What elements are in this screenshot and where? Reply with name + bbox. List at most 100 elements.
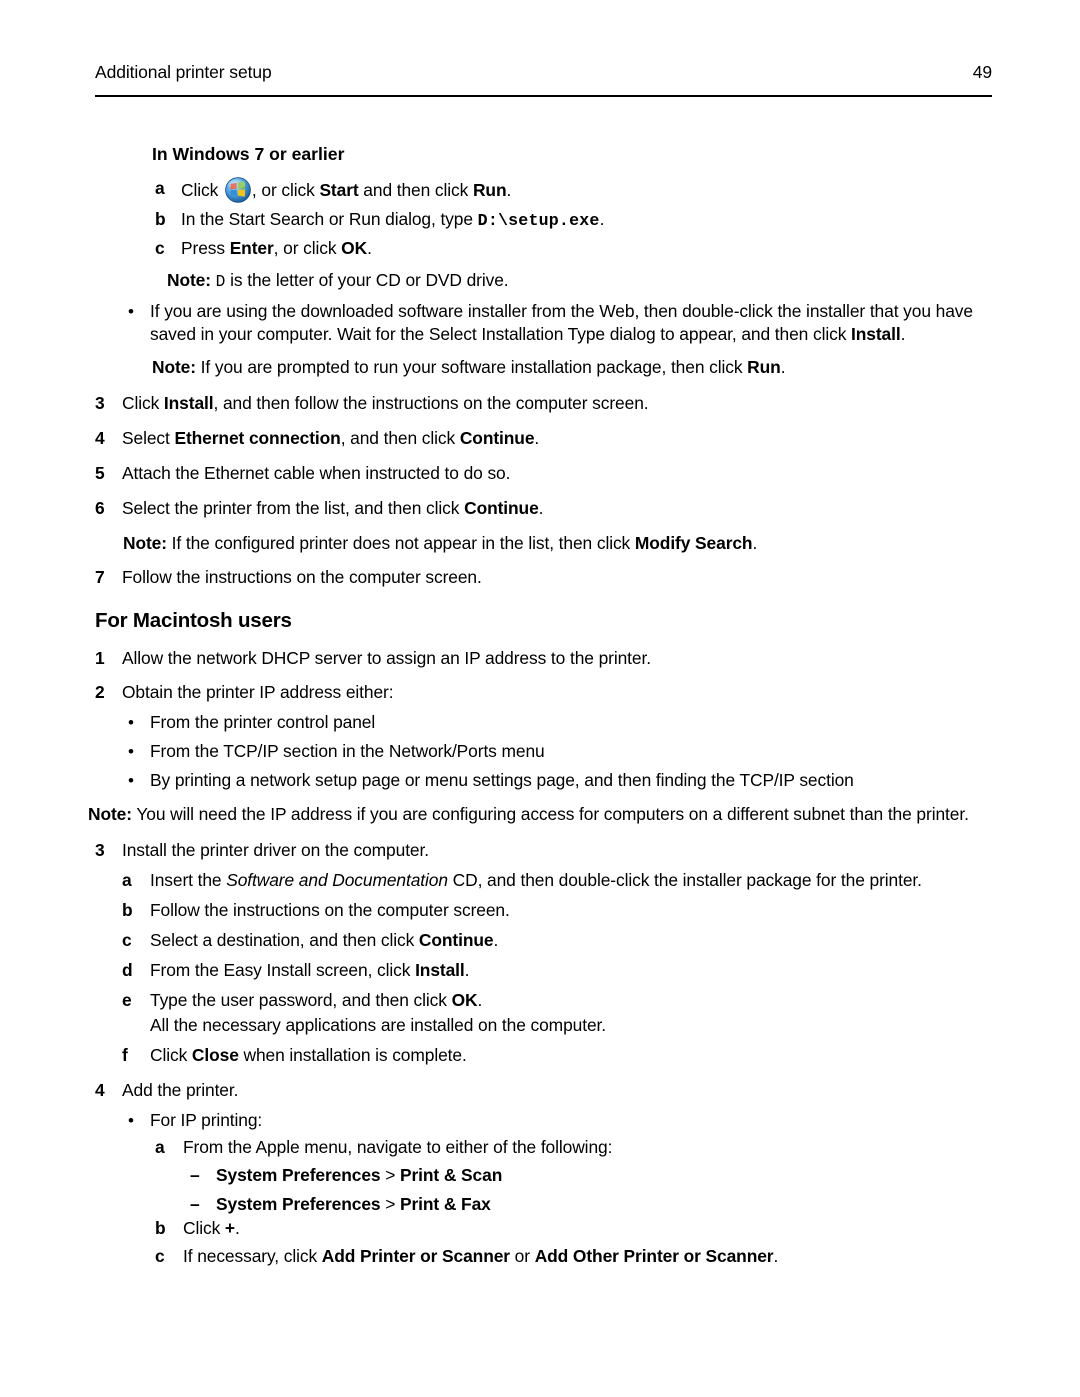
windows-step-c-text: Press Enter, or click OK.	[181, 238, 372, 258]
mac-step-3-marker: 3	[95, 840, 105, 860]
note-label: Note:	[167, 270, 211, 290]
bold-install: Install	[163, 393, 214, 413]
bold-continue: Continue	[464, 498, 539, 518]
drive-letter-code: D	[215, 273, 226, 291]
windows-step-7-text: Follow the instructions on the computer …	[122, 567, 482, 587]
windows-step-6-marker: 6	[95, 498, 105, 518]
mac-menu-path-print-scan: – System Preferences > Print & Scan	[190, 1164, 1080, 1187]
windows-step-c-marker: c	[155, 238, 165, 258]
mac-step-4b: b Click +.	[155, 1217, 1055, 1240]
macintosh-section-heading: For Macintosh users	[95, 609, 292, 632]
mac-step-3f-marker: f	[122, 1045, 128, 1065]
mac-step-3c-marker: c	[122, 930, 132, 950]
windows-step-3: 3 Click Install, and then follow the ins…	[95, 392, 975, 415]
windows-step-a-bold-start: Start	[319, 180, 359, 200]
windows-note-modify-search: Note: If the configured printer does not…	[123, 533, 758, 553]
bullet-icon: •	[128, 713, 134, 732]
bold-continue: Continue	[418, 930, 494, 950]
mac-step-1-marker: 1	[95, 648, 105, 668]
mac-step-4c-marker: c	[155, 1246, 165, 1266]
mac-step-2-bullet-1: • From the printer control panel	[128, 711, 1008, 734]
windows-note-run-package: Note: If you are prompted to run your so…	[152, 357, 786, 377]
mac-step-3d-marker: d	[122, 960, 133, 980]
dash-icon: –	[190, 1165, 200, 1185]
bold-install: Install	[851, 324, 901, 344]
bullet-icon: •	[128, 742, 134, 761]
windows-step-6-text: Select the printer from the list, and th…	[122, 498, 544, 518]
bold-add-other-printer-or-scanner: Add Other Printer or Scanner	[534, 1246, 774, 1266]
mac-step-4a: a From the Apple menu, navigate to eithe…	[155, 1136, 1055, 1159]
windows-step-a-marker: a	[155, 178, 165, 198]
windows-step-6: 6 Select the printer from the list, and …	[95, 497, 975, 520]
mac-step-3a-text: Insert the Software and Documentation CD…	[150, 870, 922, 890]
windows-step-b-marker: b	[155, 209, 166, 229]
bold-add-printer-or-scanner: Add Printer or Scanner	[321, 1246, 510, 1266]
windows-web-installer-text: If you are using the downloaded software…	[150, 301, 973, 321]
windows-web-installer-bullet: • If you are using the downloaded softwa…	[128, 300, 1008, 323]
mac-step-2-bullet-2: • From the TCP/IP section in the Network…	[128, 740, 1008, 763]
bold-close: Close	[191, 1045, 239, 1065]
mac-step-3e: e Type the user password, and then click…	[122, 989, 1022, 1012]
windows-step-4-marker: 4	[95, 428, 105, 448]
mac-step-3f: f Click Close when installation is compl…	[122, 1044, 1022, 1067]
bold-ok: OK	[451, 990, 478, 1010]
mac-menu-path-print-scan-text: System Preferences > Print & Scan	[216, 1165, 503, 1185]
windows-step-5: 5 Attach the Ethernet cable when instruc…	[95, 462, 975, 485]
windows-step-3-marker: 3	[95, 393, 105, 413]
windows-step-b-text: In the Start Search or Run dialog, type …	[181, 209, 605, 230]
windows-note-drive-letter: Note: D is the letter of your CD or DVD …	[167, 270, 509, 291]
mac-step-2-bullet-3-text: By printing a network setup page or menu…	[150, 770, 854, 790]
mac-step-3f-text: Click Close when installation is complet…	[150, 1045, 467, 1065]
windows-step-4: 4 Select Ethernet connection, and then c…	[95, 427, 975, 450]
mac-step-3e-text: Type the user password, and then click O…	[150, 990, 483, 1010]
mac-step-2-marker: 2	[95, 682, 105, 702]
mac-step-4c: c If necessary, click Add Printer or Sca…	[155, 1245, 1055, 1268]
bold-run: Run	[747, 357, 781, 377]
mac-step-4-bullet: • For IP printing:	[128, 1109, 1008, 1132]
mac-step-4b-marker: b	[155, 1218, 166, 1238]
mac-step-4a-text: From the Apple menu, navigate to either …	[183, 1137, 613, 1157]
header-divider	[95, 95, 992, 97]
mac-step-3d: d From the Easy Install screen, click In…	[122, 959, 1022, 982]
mac-step-2-bullet-3: • By printing a network setup page or me…	[128, 769, 1008, 792]
windows-step-a-text: Click , or click Start and then click Ru…	[155, 177, 935, 203]
note-label: Note:	[123, 533, 167, 553]
windows-start-orb-icon[interactable]	[225, 177, 251, 203]
bold-continue: Continue	[459, 428, 535, 448]
mac-step-3: 3 Install the printer driver on the comp…	[95, 839, 975, 862]
bullet-icon: •	[128, 771, 134, 790]
mac-step-4-marker: 4	[95, 1080, 105, 1100]
mac-step-2-bullet-1-text: From the printer control panel	[150, 712, 376, 732]
bold-ethernet-connection: Ethernet connection	[174, 428, 341, 448]
windows-step-c-bold-ok: OK	[341, 238, 368, 258]
mac-menu-path-print-fax-text: System Preferences > Print & Fax	[216, 1194, 491, 1214]
mac-step-3c: c Select a destination, and then click C…	[122, 929, 1022, 952]
mac-step-3b: b Follow the instructions on the compute…	[122, 899, 1022, 922]
mac-step-3c-text: Select a destination, and then click Con…	[150, 930, 499, 950]
mac-step-1-text: Allow the network DHCP server to assign …	[122, 648, 651, 668]
mac-step-3a: a Insert the Software and Documentation …	[122, 869, 1022, 892]
bold-system-preferences: System Preferences	[216, 1194, 381, 1214]
note-label: Note:	[88, 804, 132, 824]
mac-step-3b-marker: b	[122, 900, 133, 920]
bold-print-and-scan: Print & Scan	[400, 1165, 503, 1185]
bold-install: Install	[415, 960, 465, 980]
mac-menu-path-print-fax: – System Preferences > Print & Fax	[190, 1193, 1080, 1216]
bold-modify-search: Modify Search	[634, 533, 753, 553]
windows-subheading: In Windows 7 or earlier	[152, 144, 345, 164]
mac-step-1: 1 Allow the network DHCP server to assig…	[95, 647, 975, 670]
windows-step-c: c Press Enter, or click OK.	[155, 237, 935, 260]
italic-software-and-documentation: Software and Documentation	[226, 870, 448, 890]
bold-plus-button: +	[224, 1218, 235, 1238]
page-number: 49	[972, 62, 992, 82]
windows-step-3-text: Click Install, and then follow the instr…	[122, 393, 649, 413]
header-title: Additional printer setup	[95, 62, 272, 82]
mac-step-4-text: Add the printer.	[122, 1080, 239, 1100]
note-label: Note:	[152, 357, 196, 377]
mac-step-3b-text: Follow the instructions on the computer …	[150, 900, 510, 920]
page-header: Additional printer setup 49	[95, 62, 992, 83]
mac-step-3e-marker: e	[122, 990, 132, 1010]
windows-step-a-bold-run: Run	[472, 180, 507, 200]
mac-note-ip-address: Note: You will need the IP address if yo…	[88, 804, 969, 824]
mac-step-4-bullet-text: For IP printing:	[150, 1110, 263, 1130]
